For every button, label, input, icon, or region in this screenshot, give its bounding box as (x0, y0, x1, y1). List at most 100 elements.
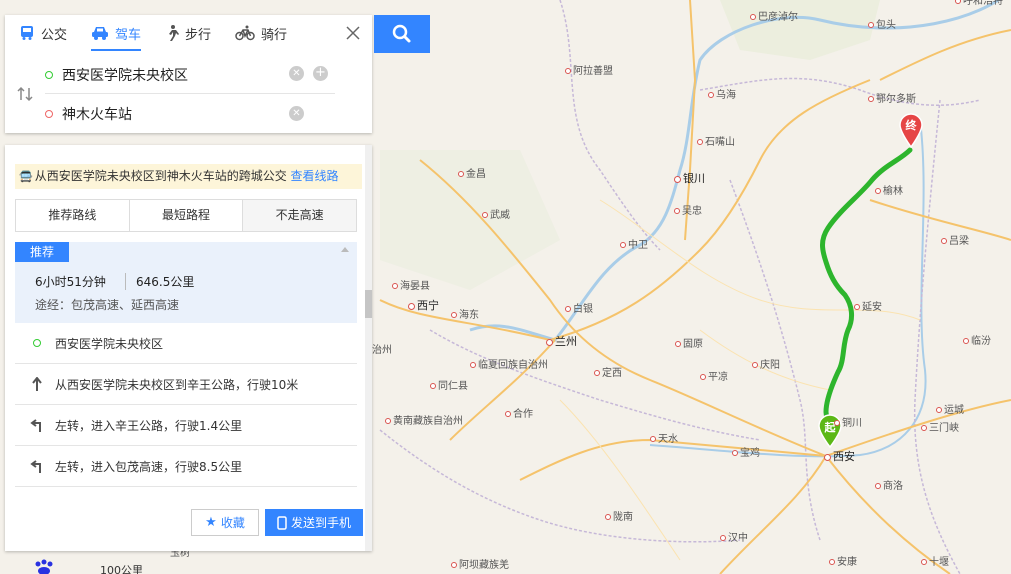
city-label: 武威 (482, 210, 510, 222)
straight-arrow-icon (29, 377, 45, 391)
list-item[interactable]: 西安医学院未央校区 (15, 323, 357, 364)
city-label: 商洛 (875, 481, 903, 493)
route-detail-list[interactable]: 推荐 6小时51分钟 646.5公里 途经：包茂高速、延西高速 西安医学院未央校… (15, 242, 357, 491)
city-label: 固原 (675, 339, 703, 351)
tab-avoid-highway[interactable]: 不走高速 (243, 200, 357, 231)
city-label: 银川 (674, 173, 705, 185)
clear-end-icon[interactable]: ✕ (289, 106, 304, 121)
step-text: 西安医学院未央校区 (55, 336, 164, 351)
end-point-icon (45, 110, 53, 118)
city-dot-icon (458, 171, 464, 177)
city-label: 临汾 (963, 336, 991, 348)
city-label: 榆林 (875, 186, 903, 198)
tab-bike[interactable]: 骑行 (235, 15, 287, 51)
recommended-route-summary[interactable]: 推荐 6小时51分钟 646.5公里 途经：包茂高速、延西高速 (15, 242, 357, 323)
city-name: 庆阳 (760, 360, 780, 371)
city-name: 白银 (573, 304, 593, 315)
city-dot-icon (470, 362, 476, 368)
city-label: 运城 (936, 405, 964, 417)
tab-walk[interactable]: 步行 (165, 15, 211, 51)
city-label: 海东 (451, 310, 479, 322)
city-name: 商洛 (883, 481, 903, 492)
city-dot-icon (408, 302, 415, 310)
search-button[interactable] (374, 15, 430, 53)
city-dot-icon (505, 411, 511, 417)
city-name: 包头 (876, 20, 896, 31)
city-name: 鄂尔多斯 (876, 94, 916, 105)
city-name: 阿坝藏族羌 (459, 560, 509, 571)
city-label: 庆阳 (752, 360, 780, 372)
city-label: 定西 (594, 368, 622, 380)
city-dot-icon (565, 68, 571, 74)
city-name: 西安 (833, 450, 855, 463)
route-search-panel: 公交 驾车 步行 骑行 西安医学院未央校区 ✕ + 神木火车站 ✕ (5, 15, 372, 133)
list-item[interactable]: 左转，进入辛王公路，行驶1.4公里 (15, 405, 357, 446)
favorite-button[interactable]: ★ 收藏 (191, 509, 259, 536)
city-dot-icon (875, 483, 881, 489)
city-name: 陇南 (613, 512, 633, 523)
phone-icon (277, 515, 287, 530)
city-dot-icon (834, 420, 840, 426)
swap-icon[interactable] (17, 86, 33, 102)
city-name: 呼和浩特 (963, 0, 1003, 7)
city-label: 安康 (829, 557, 857, 569)
collapse-icon[interactable] (341, 247, 349, 252)
list-item[interactable]: 左转，进入包茂高速，行驶8.5公里 (15, 446, 357, 487)
city-label: 铜川 (834, 418, 862, 430)
city-dot-icon (752, 362, 758, 368)
city-label: 治州 (372, 345, 392, 357)
city-label: 巴彦淖尔 (750, 12, 798, 24)
list-item[interactable]: 从西安医学院未央校区到辛王公路，行驶10米 (15, 364, 357, 405)
city-dot-icon (650, 436, 656, 442)
city-dot-icon (700, 374, 706, 380)
city-label: 汉中 (720, 533, 748, 545)
city-name: 固原 (683, 339, 703, 350)
send-to-phone-button[interactable]: 发送到手机 (265, 509, 363, 536)
end-field-value: 神木火车站 (62, 107, 132, 123)
city-name: 宝鸡 (740, 448, 760, 459)
view-route-link[interactable]: 查看线路 (291, 169, 339, 183)
add-waypoint-icon[interactable]: + (313, 66, 328, 81)
tab-transit-label: 公交 (41, 27, 68, 43)
tab-transit[interactable]: 公交 (19, 15, 67, 51)
city-name: 巴彦淖尔 (758, 12, 798, 23)
tab-drive[interactable]: 驾车 (91, 15, 142, 51)
city-name: 阿拉善盟 (573, 66, 613, 77)
city-name: 同仁县 (438, 381, 468, 392)
start-point-icon (45, 70, 53, 79)
result-scrollbar[interactable] (365, 145, 372, 551)
city-dot-icon (565, 306, 571, 312)
bus-icon (21, 26, 33, 40)
city-label: 海晏县 (392, 281, 430, 293)
route-option-tabs: 推荐路线 最短路程 不走高速 (15, 199, 357, 232)
city-name: 定西 (602, 368, 622, 379)
turn-left-icon (29, 418, 45, 432)
city-name: 运城 (944, 405, 964, 416)
clear-start-icon[interactable]: ✕ (289, 66, 304, 81)
city-label: 吴忠 (674, 206, 702, 218)
city-label: 包头 (868, 20, 896, 32)
tab-recommended-route[interactable]: 推荐路线 (16, 200, 130, 231)
city-label: 阿拉善盟 (565, 66, 613, 78)
city-label: 乌海 (708, 90, 736, 102)
end-marker[interactable]: 终 (898, 112, 924, 149)
city-dot-icon (963, 338, 969, 344)
city-dot-icon (674, 208, 680, 214)
walk-icon (169, 25, 180, 41)
end-marker-label: 终 (905, 119, 917, 132)
city-name: 榆林 (883, 186, 903, 197)
close-icon[interactable] (344, 24, 362, 42)
city-name: 乌海 (716, 90, 736, 101)
start-point-icon (29, 339, 45, 347)
star-icon: ★ (205, 515, 217, 530)
city-dot-icon (546, 338, 553, 346)
city-label: 吕梁 (941, 236, 969, 248)
city-name: 石嘴山 (705, 137, 735, 148)
scrollbar-thumb[interactable] (365, 290, 372, 318)
city-name: 银川 (683, 172, 705, 185)
search-icon (392, 24, 411, 43)
city-dot-icon (875, 188, 881, 194)
city-name: 十堰 (929, 557, 949, 568)
city-name: 临汾 (971, 336, 991, 347)
tab-shortest-route[interactable]: 最短路程 (130, 200, 244, 231)
